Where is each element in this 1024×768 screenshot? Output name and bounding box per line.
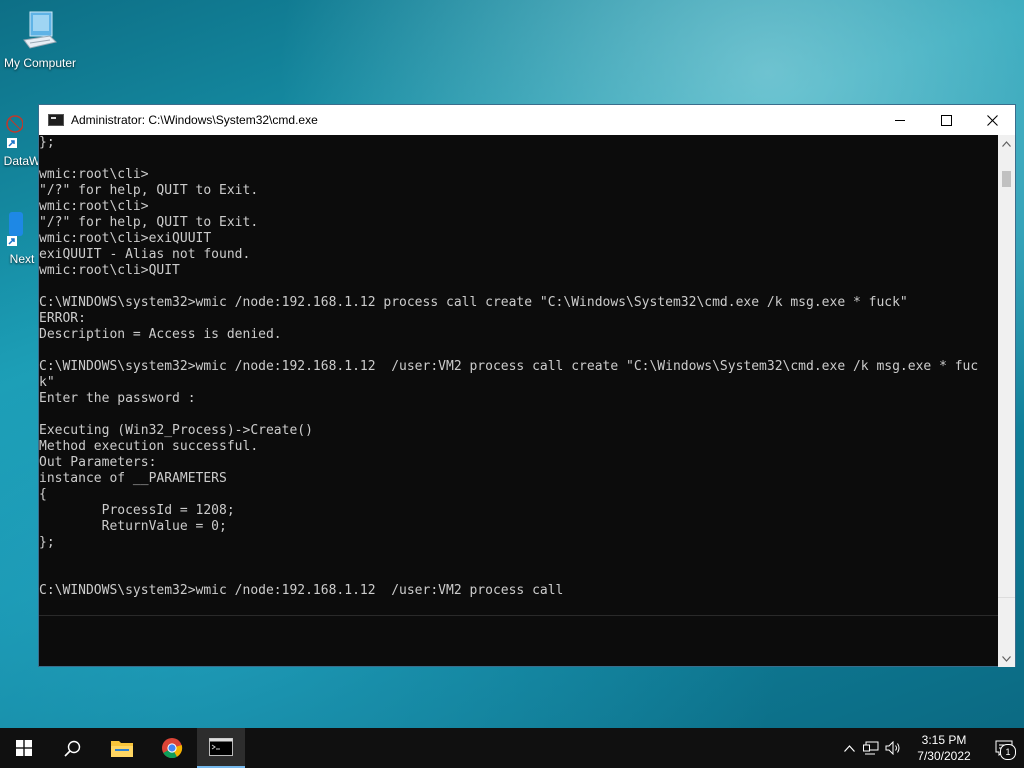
close-button[interactable]: [969, 105, 1015, 135]
console-line: };: [39, 535, 55, 550]
taskbar-file-explorer[interactable]: [98, 728, 146, 768]
desktop-icon-next[interactable]: Next: [0, 210, 38, 266]
search-icon: [63, 740, 80, 757]
clock-date: 7/30/2022: [917, 749, 971, 763]
chevron-up-icon: [1002, 140, 1011, 147]
console-line: wmic:root\cli>: [39, 199, 149, 214]
computer-icon: [23, 11, 57, 49]
console-output[interactable]: }; wmic:root\cli> "/?" for help, QUIT to E…: [39, 135, 999, 667]
console-line: Executing (Win32_Process)->Create(): [39, 423, 313, 438]
scroll-down-button[interactable]: [998, 650, 1015, 667]
console-line: };: [39, 135, 55, 150]
desktop-icon-label: Next: [9, 252, 35, 266]
console-line: k": [39, 375, 55, 390]
taskbar-chrome[interactable]: [148, 728, 196, 768]
scroll-up-button[interactable]: [998, 135, 1015, 152]
next-shortcut-icon: [7, 212, 23, 246]
speaker-icon: [885, 741, 899, 755]
console-line: Description = Access is denied.: [39, 327, 282, 342]
maximize-icon: [940, 114, 952, 126]
console-line: Method execution successful.: [39, 439, 259, 454]
folder-icon: [111, 741, 133, 757]
show-hidden-icons-button[interactable]: [838, 728, 860, 768]
console-line: ReturnValue = 0;: [39, 519, 227, 534]
minimize-icon: [895, 119, 905, 121]
dataw-shortcut-icon: [6, 115, 23, 148]
console-lines: }; wmic:root\cli> "/?" for help, QUIT to E…: [39, 135, 999, 599]
console-line: "/?" for help, QUIT to Exit.: [39, 215, 259, 230]
console-line: Enter the password :: [39, 391, 196, 406]
window-title: Administrator: C:\Windows\System32\cmd.e…: [71, 113, 318, 127]
console-divider: [39, 615, 999, 616]
taskbar-cmd[interactable]: [197, 728, 245, 768]
volume-button[interactable]: [882, 728, 904, 768]
clock-time: 3:15 PM: [921, 733, 967, 747]
console-line: instance of __PARAMETERS: [39, 471, 227, 486]
cmd-icon: [209, 738, 233, 756]
cmd-window[interactable]: Administrator: C:\Windows\System32\cmd.e…: [38, 104, 1016, 667]
console-line: Out Parameters:: [39, 455, 157, 470]
chevron-up-icon: [843, 744, 855, 752]
start-button[interactable]: [0, 728, 48, 768]
maximize-button[interactable]: [923, 105, 969, 135]
chevron-down-icon: [1002, 655, 1011, 662]
windows-logo-icon: [16, 740, 32, 756]
console-line: C:\WINDOWS\system32>wmic /node:192.168.1…: [39, 583, 564, 598]
console-line: wmic:root\cli>QUIT: [39, 263, 180, 278]
desktop: My Computer DataW Next Administrator: C:…: [0, 0, 1024, 728]
console-line: wmic:root\cli>: [39, 167, 149, 182]
console-line: exiQUUIT - Alias not found.: [39, 247, 251, 262]
console-line: C:\WINDOWS\system32>wmic /node:192.168.1…: [39, 295, 908, 310]
title-bar[interactable]: Administrator: C:\Windows\System32\cmd.e…: [39, 105, 1015, 135]
console-line: "/?" for help, QUIT to Exit.: [39, 183, 259, 198]
desktop-icon-my-computer[interactable]: My Computer: [0, 10, 80, 70]
system-tray: 3:15 PM 7/30/2022 1: [838, 728, 1024, 768]
scroll-thumb[interactable]: [1002, 171, 1011, 187]
desktop-icon-label: DataW: [3, 154, 41, 168]
search-button[interactable]: [48, 728, 96, 768]
vertical-scrollbar[interactable]: [998, 135, 1015, 667]
minimize-button[interactable]: [877, 105, 923, 135]
clock[interactable]: 3:15 PM 7/30/2022: [904, 732, 984, 764]
console-line: ProcessId = 1208;: [39, 503, 235, 518]
action-center-button[interactable]: 1: [984, 728, 1024, 768]
desktop-icon-dataw[interactable]: DataW: [0, 112, 41, 168]
network-button[interactable]: [860, 728, 882, 768]
cmd-icon: [48, 114, 64, 126]
close-icon: [986, 114, 998, 126]
console-line: C:\WINDOWS\system32>wmic /node:192.168.1…: [39, 359, 979, 374]
scrollbar-divider: [998, 597, 1015, 618]
chrome-icon: [162, 738, 183, 759]
network-icon: [863, 741, 879, 755]
console-line: wmic:root\cli>exiQUUIT: [39, 231, 212, 246]
taskbar: 3:15 PM 7/30/2022 1: [0, 728, 1024, 768]
console-line: {: [39, 487, 47, 502]
notification-badge: 1: [1000, 744, 1016, 760]
console-line: ERROR:: [39, 311, 86, 326]
desktop-icon-label: My Computer: [3, 56, 77, 70]
